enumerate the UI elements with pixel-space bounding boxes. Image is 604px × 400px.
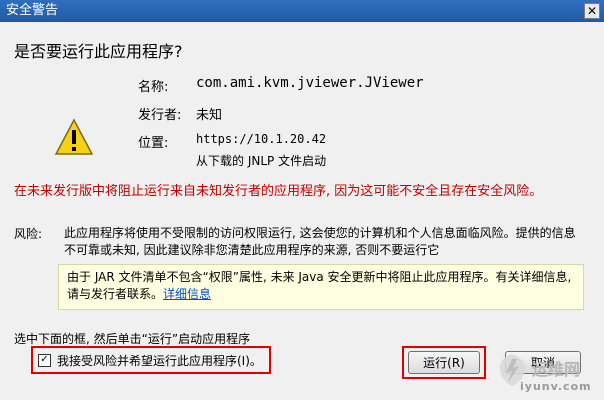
watermark-text-bottom: iyunv.com <box>520 380 592 393</box>
publisher-value: 未知 <box>196 108 223 123</box>
name-label: 名称: <box>138 80 169 95</box>
dialog-heading: 是否要运行此应用程序? <box>14 42 183 61</box>
watermark-text-top: 运维网 <box>532 360 581 379</box>
publisher-label: 发行者: <box>138 108 182 123</box>
risk-label: 风险: <box>14 227 43 241</box>
accept-risk-checkbox-highlight: ✓ 我接受风险并希望运行此应用程序(I)。 <box>31 346 271 374</box>
instruction-text: 选中下面的框, 然后单击“运行”启动应用程序 <box>14 332 251 346</box>
close-button[interactable]: ✕ <box>584 3 600 19</box>
warning-triangle-icon <box>54 118 94 155</box>
dialog-body: 是否要运行此应用程序? 名称: com.ami.kvm.jviewer.JVie… <box>0 22 604 400</box>
run-button[interactable]: 运行(R) <box>408 351 480 374</box>
future-block-warning: 在未来发行版中将阻止运行来自未知发行者的应用程序, 因为这可能不安全且存在安全风… <box>14 184 543 199</box>
window-title: 安全警告 <box>6 3 59 18</box>
accept-risk-checkbox[interactable]: ✓ <box>38 353 51 367</box>
launch-note: 从下载的 JNLP 文件启动 <box>196 154 327 168</box>
more-info-link[interactable]: 详细信息 <box>163 287 211 301</box>
location-value: https://10.1.20.42 <box>196 132 327 146</box>
title-bar: 安全警告 ✕ <box>0 0 604 22</box>
site-watermark: 运维网 iyunv.com <box>492 348 600 398</box>
info-box: 由于 JAR 文件清单不包含“权限”属性, 未来 Java 安全更新中将阻止此应… <box>58 264 584 310</box>
accept-risk-label[interactable]: 我接受风险并希望运行此应用程序(I)。 <box>57 352 262 369</box>
location-label: 位置: <box>138 136 169 151</box>
info-text: 由于 JAR 文件清单不包含“权限”属性, 未来 Java 安全更新中将阻止此应… <box>67 270 572 301</box>
risk-text: 此应用程序将使用不受限制的访问权限运行, 这会使您的计算机和个人信息面临风险。提… <box>64 226 576 257</box>
name-value: com.ami.kvm.jviewer.JViewer <box>196 75 424 91</box>
check-icon: ✓ <box>40 354 49 365</box>
close-icon: ✕ <box>586 4 598 18</box>
